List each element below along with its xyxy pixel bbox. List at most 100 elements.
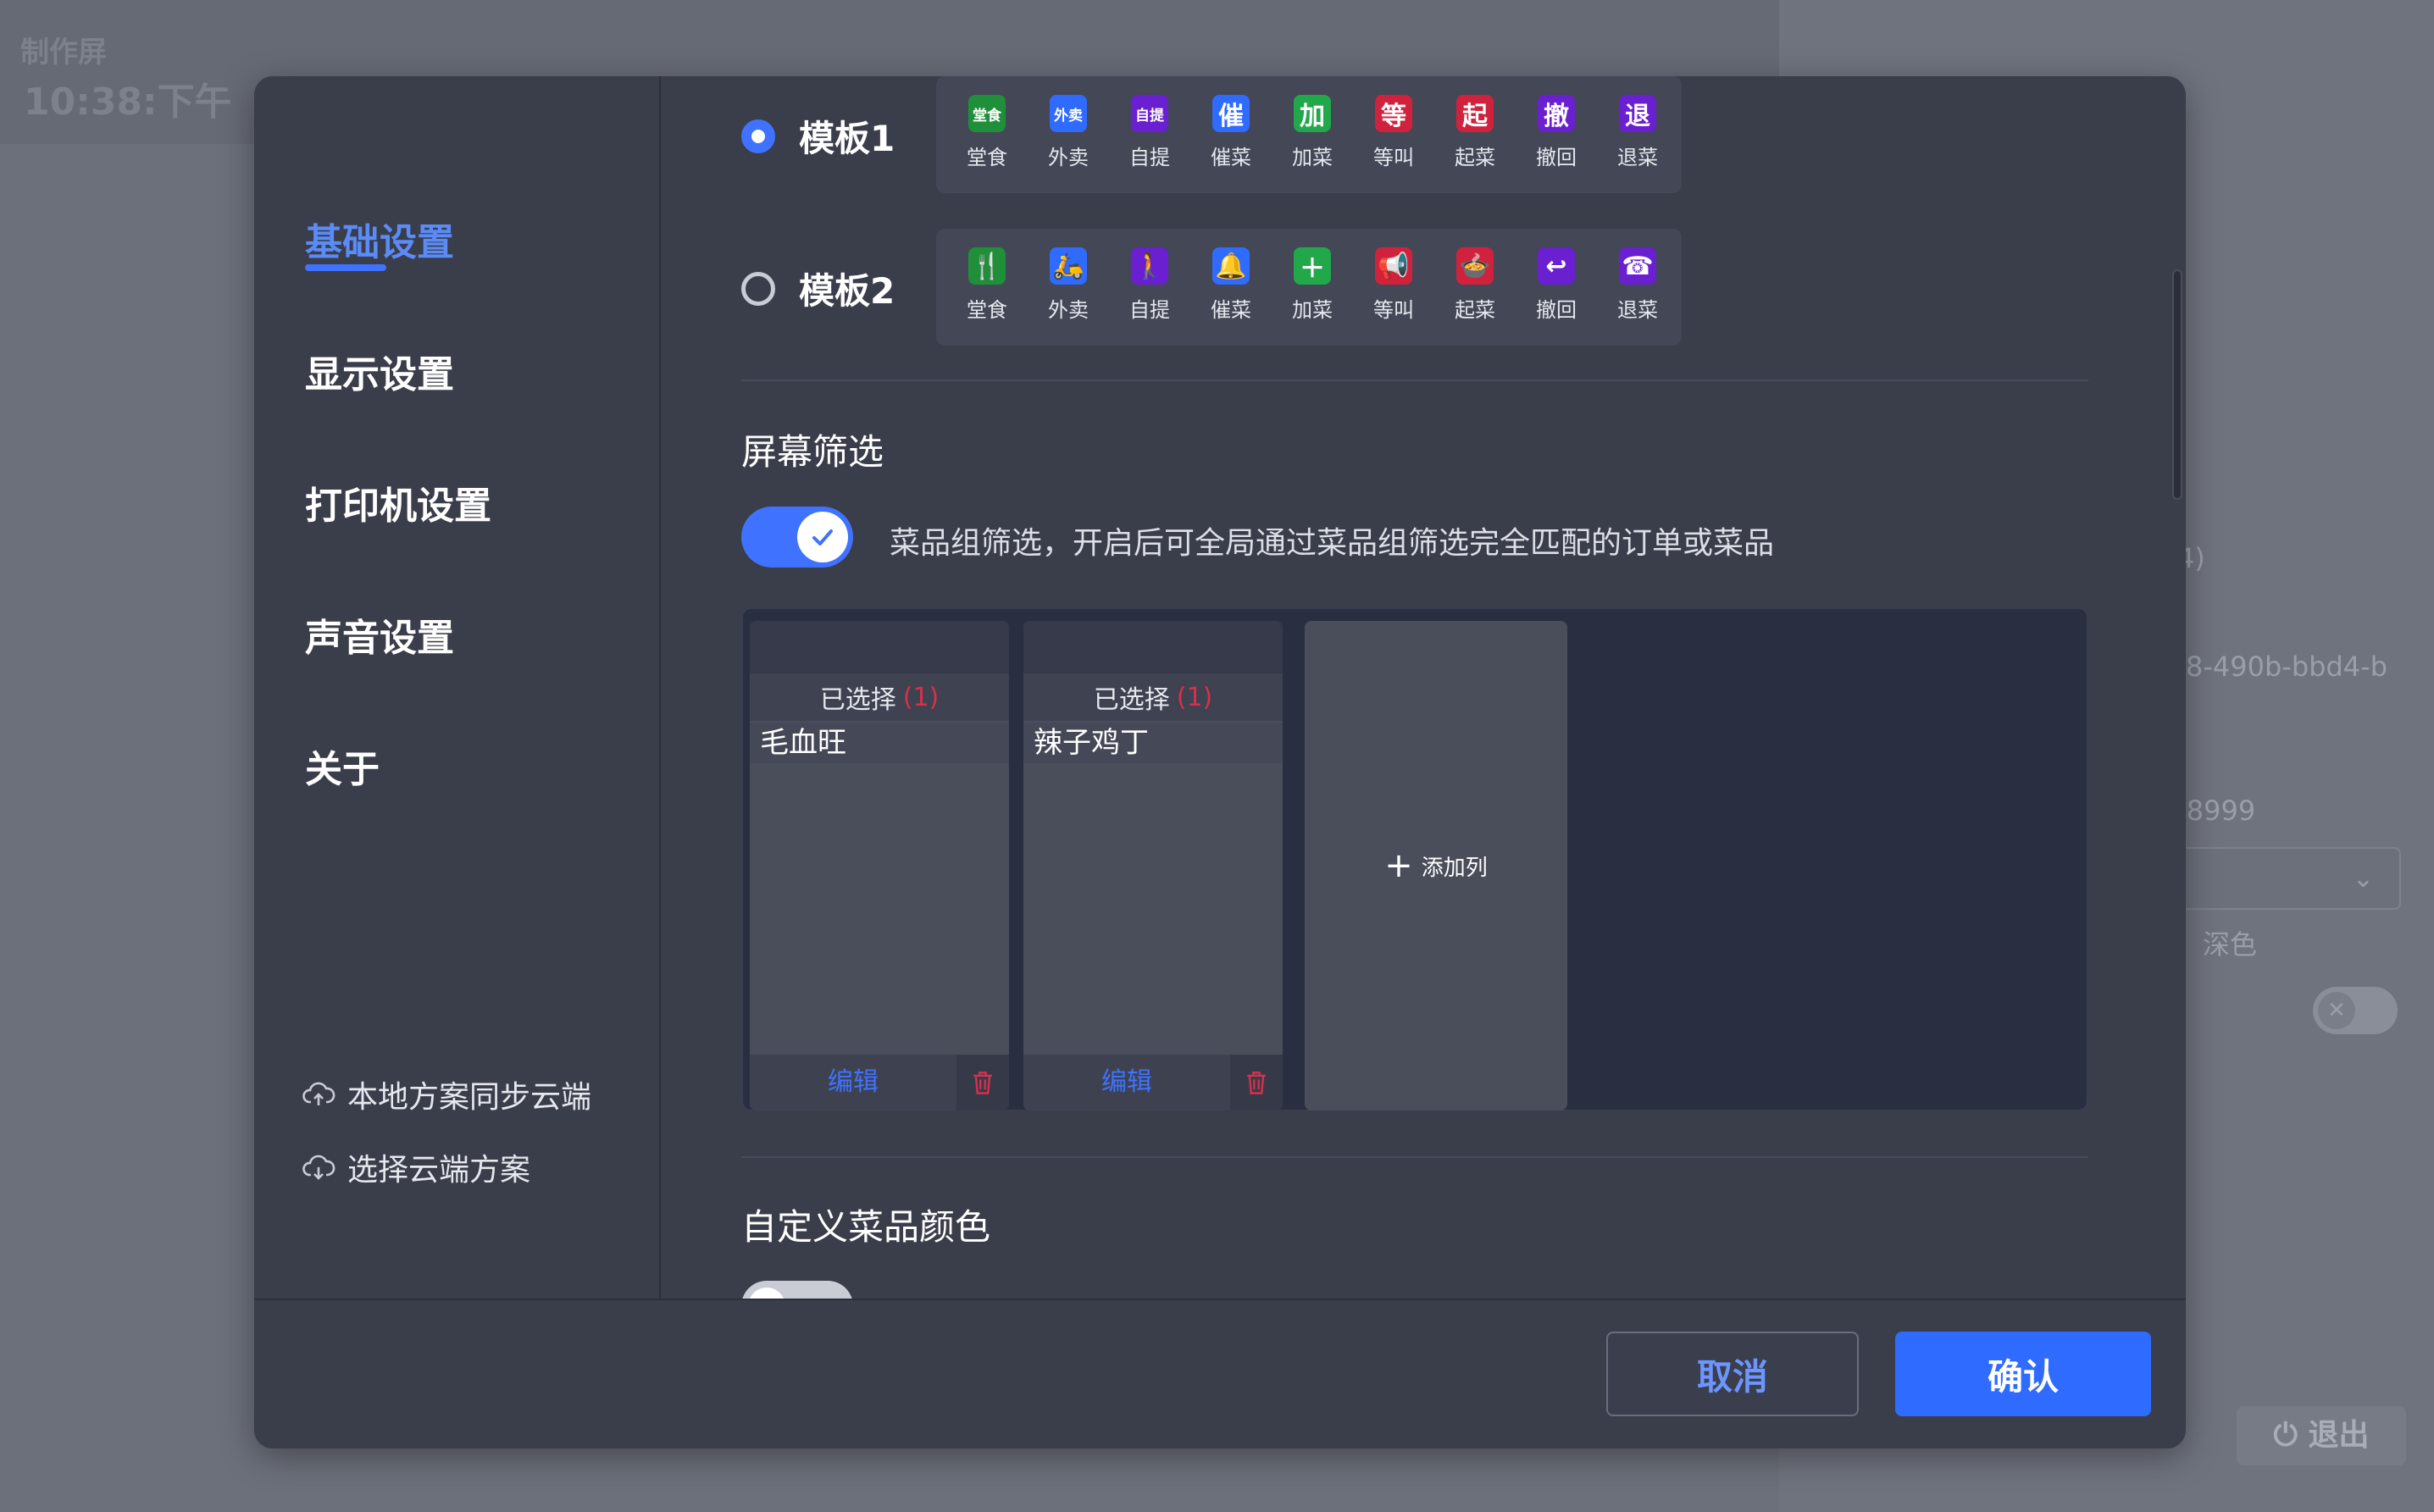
- background-logout-button: ⏻ 退出: [2237, 1406, 2406, 1465]
- template-icon-item: 加加菜: [1272, 76, 1353, 193]
- undo-arrow-icon: ↩: [1538, 247, 1575, 285]
- content-scrollbar[interactable]: [2172, 269, 2182, 500]
- template-icon-item: 🔔 催菜: [1190, 229, 1272, 346]
- settings-sidebar: 基础设置 显示设置 打印机设置 声音设置 关于 本地方案同步云端 选择云端方案: [254, 76, 661, 1299]
- custom-dish-color-toggle[interactable]: [741, 1281, 853, 1299]
- template-icon-caption: 等叫: [1373, 298, 1414, 322]
- cloud-select-label: 选择云端方案: [347, 1153, 531, 1188]
- close-icon: ✕: [2318, 992, 2355, 1029]
- return-dish-text-icon: 退: [1619, 95, 1656, 132]
- template-icon-item: ↩ 撤回: [1516, 229, 1597, 346]
- template-1-icon-strip: 堂食 堂食 外卖 外卖 自提 自提催催菜加加菜等等叫起起菜撤撤回退退菜: [936, 76, 1682, 193]
- dish-group-filter-description: 菜品组筛选，开启后可全局通过菜品组筛选完全匹配的订单或菜品: [890, 526, 1775, 561]
- fork-knife-icon: 🍴: [968, 247, 1006, 285]
- column-footer: 编辑: [1023, 1055, 1283, 1110]
- settings-modal: 基础设置 显示设置 打印机设置 声音设置 关于 本地方案同步云端 选择云端方案 …: [254, 76, 2186, 1448]
- selected-count: (1): [1176, 682, 1213, 712]
- template-1-radio[interactable]: [741, 119, 775, 153]
- filter-column: 已选择 (1) 辣子鸡丁 编辑: [1023, 621, 1283, 1110]
- delete-column-button[interactable]: [956, 1055, 1009, 1110]
- toggle-knob: [748, 1288, 785, 1299]
- plus-dish-icon: ＋: [1294, 247, 1331, 285]
- filter-column: 已选择 (1) 毛血旺 编辑: [750, 621, 1009, 1110]
- pickup-text-icon: 自提: [1131, 95, 1168, 132]
- add-column-button[interactable]: + 添加列: [1305, 621, 1567, 1110]
- screen-filter-title: 屏幕筛选: [741, 431, 884, 473]
- confirm-button[interactable]: 确认: [1895, 1332, 2151, 1416]
- template-2-option[interactable]: 模板2: [741, 263, 895, 314]
- selected-label: 已选择: [819, 685, 896, 715]
- cloud-upload-icon: [302, 1082, 335, 1105]
- background-toggle: ✕: [2313, 987, 2398, 1034]
- template-icon-item: 堂食 堂食: [946, 76, 1028, 193]
- megaphone-icon: 📢: [1375, 247, 1412, 285]
- background-text: 8-490b-bbd4-b: [2186, 651, 2387, 683]
- sidebar-item-basic-settings[interactable]: 基础设置: [305, 212, 454, 266]
- background-text: :8999: [2177, 795, 2256, 827]
- template-icon-item: ＋ 加菜: [1272, 229, 1353, 346]
- dish-group-filter-toggle[interactable]: [741, 507, 853, 568]
- edit-column-button[interactable]: 编辑: [1023, 1055, 1230, 1110]
- template-icon-item: ☎ 退菜: [1597, 229, 1678, 346]
- sidebar-item-about[interactable]: 关于: [305, 739, 380, 793]
- settings-content: 模板1 堂食 堂食 外卖 外卖 自提 自提催催菜加加菜等等叫起起菜撤撤回退退菜 模板2 🍴…: [661, 76, 2186, 1299]
- template-icon-item: 📢 等叫: [1353, 229, 1434, 346]
- column-footer: 编辑: [750, 1055, 1009, 1110]
- custom-dish-color-title: 自定义菜品颜色: [741, 1206, 991, 1248]
- phone-icon: ☎: [1619, 247, 1656, 285]
- selected-count: (1): [902, 682, 940, 712]
- template-2-icon-strip: 🍴 堂食 🛵 外卖 🚶 自提 🔔 催菜 ＋ 加菜 📢 等叫 🍲 起菜 ↩ 撤回 ☎ 退菜: [936, 229, 1682, 346]
- template-icon-item: 🍲 起菜: [1434, 229, 1516, 346]
- background-time: 10:38:下午: [24, 80, 232, 124]
- add-dish-text-icon: 加: [1294, 95, 1331, 132]
- cloud-sync-link[interactable]: 本地方案同步云端: [302, 1072, 591, 1116]
- scooter-icon: 🛵: [1050, 247, 1087, 285]
- template-icon-caption: 自提: [1129, 146, 1170, 169]
- column-selected-header: 已选择 (1): [750, 673, 1009, 721]
- check-icon: [797, 512, 848, 562]
- template-1-option[interactable]: 模板1: [741, 110, 895, 162]
- template-icon-item: 🚶 自提: [1109, 229, 1190, 346]
- template-icon-caption: 撤回: [1536, 298, 1577, 322]
- section-divider: [741, 379, 2088, 381]
- background-select: ⌄: [2169, 847, 2401, 910]
- trash-icon: [973, 1072, 992, 1094]
- template-icon-item: 等等叫: [1353, 76, 1434, 193]
- column-header-bar: [1023, 621, 1283, 673]
- filter-columns-panel: 已选择 (1) 毛血旺 编辑 已选择 (1) 辣子鸡丁 编辑 + 添加列: [741, 607, 2088, 1111]
- pickup-person-icon: 🚶: [1131, 247, 1168, 285]
- template-icon-caption: 催菜: [1211, 146, 1251, 169]
- takeout-text-icon: 外卖: [1050, 95, 1087, 132]
- template-icon-item: 🍴 堂食: [946, 229, 1028, 346]
- template-icon-caption: 外卖: [1048, 146, 1089, 169]
- list-item: 辣子鸡丁: [1023, 723, 1283, 763]
- sidebar-item-printer-settings[interactable]: 打印机设置: [305, 475, 491, 529]
- template-icon-item: 外卖 外卖: [1028, 76, 1109, 193]
- delete-column-button[interactable]: [1230, 1055, 1283, 1110]
- template-icon-caption: 起菜: [1455, 146, 1495, 169]
- wait-call-text-icon: 等: [1375, 95, 1412, 132]
- cancel-button[interactable]: 取消: [1606, 1332, 1859, 1416]
- cloche-icon: 🍲: [1456, 247, 1494, 285]
- cloud-select-link[interactable]: 选择云端方案: [302, 1145, 530, 1189]
- template-icon-caption: 等叫: [1373, 146, 1414, 169]
- template-2-label: 模板2: [799, 270, 895, 312]
- template-2-radio[interactable]: [741, 271, 775, 306]
- cloud-download-icon: [302, 1155, 335, 1180]
- background-text: 深色: [2203, 928, 2258, 961]
- start-dish-text-icon: 起: [1456, 95, 1494, 132]
- selected-label: 已选择: [1093, 685, 1170, 715]
- urge-text-icon: 催: [1212, 95, 1250, 132]
- edit-column-button[interactable]: 编辑: [750, 1055, 956, 1110]
- template-icon-item: 自提 自提: [1109, 76, 1190, 193]
- template-icon-caption: 撤回: [1536, 146, 1577, 169]
- template-icon-item: 撤撤回: [1516, 76, 1597, 193]
- template-icon-caption: 加菜: [1292, 146, 1333, 169]
- section-divider: [741, 1156, 2088, 1158]
- background-title: 制作屏: [20, 36, 107, 69]
- sidebar-item-sound-settings[interactable]: 声音设置: [305, 607, 454, 662]
- sidebar-item-display-settings[interactable]: 显示设置: [305, 344, 454, 398]
- logout-label: 退出: [2308, 1418, 2370, 1453]
- template-icon-item: 退退菜: [1597, 76, 1678, 193]
- column-selected-header: 已选择 (1): [1023, 673, 1283, 721]
